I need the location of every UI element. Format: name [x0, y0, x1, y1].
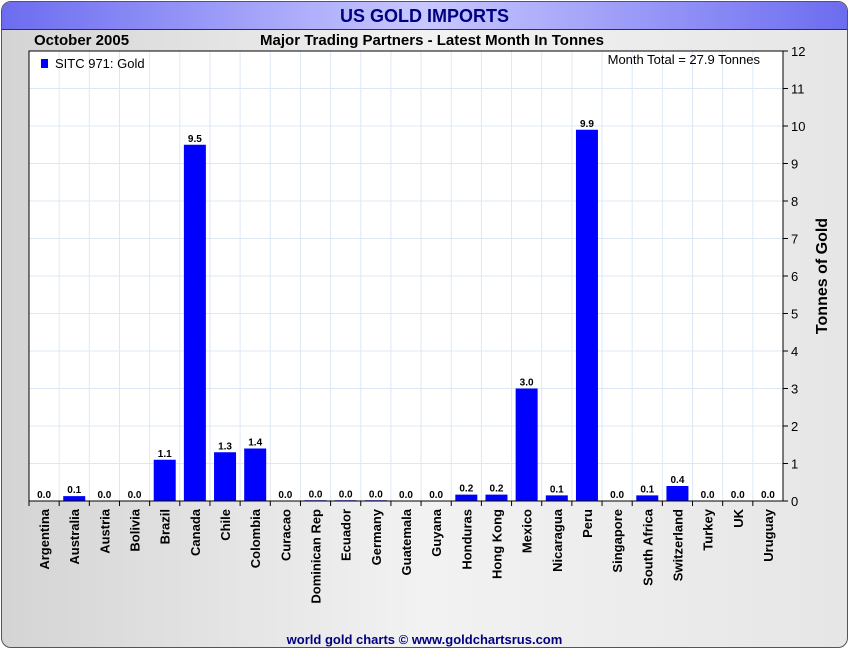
data-label: 0.0 — [309, 489, 323, 500]
footer-credit: world gold charts © www.goldchartsrus.co… — [286, 632, 563, 647]
y-tick-label: 4 — [791, 344, 798, 359]
y-tick-label: 1 — [791, 457, 798, 472]
x-tick-label: Hong Kong — [489, 509, 504, 579]
y-tick-label: 6 — [791, 269, 798, 284]
bar-switzerland — [666, 486, 689, 501]
data-label: 0.0 — [37, 490, 51, 501]
data-label: 0.0 — [128, 490, 142, 501]
chart-frame: US GOLD IMPORTS October 2005 Major Tradi… — [1, 1, 848, 648]
bar-canada — [183, 144, 206, 501]
data-label: 1.4 — [248, 438, 262, 449]
data-label: 0.0 — [761, 490, 775, 501]
bar-chile — [214, 452, 237, 501]
bar-chart: 01234567891011120.0Argentina0.1Australia… — [28, 44, 831, 604]
y-tick-label: 7 — [791, 232, 798, 247]
x-tick-label: Dominican Rep — [309, 509, 324, 604]
bar-hong-kong — [485, 494, 508, 501]
data-label: 0.0 — [369, 489, 383, 500]
bar-australia — [63, 496, 86, 501]
x-tick-label: Nicaragua — [550, 508, 565, 572]
y-tick-label: 11 — [791, 82, 805, 97]
data-label: 0.4 — [670, 475, 684, 486]
x-tick-label: Brazil — [158, 509, 173, 544]
x-tick-label: Guatemala — [399, 508, 414, 575]
y-tick-label: 12 — [791, 44, 805, 59]
data-label: 0.2 — [459, 484, 473, 495]
x-tick-label: Austria — [97, 508, 112, 554]
x-tick-label: Curacao — [278, 509, 293, 561]
bar-brazil — [153, 459, 176, 501]
x-tick-label: Colombia — [248, 508, 263, 568]
data-label: 3.0 — [520, 378, 534, 389]
x-tick-label: Honduras — [459, 509, 474, 570]
data-label: 0.0 — [429, 490, 443, 501]
x-tick-label: Singapore — [610, 509, 625, 573]
y-tick-label: 0 — [791, 494, 798, 509]
bar-nicaragua — [545, 495, 568, 501]
legend-swatch — [41, 59, 48, 68]
data-label: 0.0 — [278, 490, 292, 501]
data-label: 0.0 — [339, 489, 353, 500]
x-tick-label: Canada — [188, 508, 203, 556]
bar-south-africa — [636, 495, 659, 501]
x-tick-label: Ecuador — [339, 509, 354, 561]
data-label: 0.0 — [610, 490, 624, 501]
data-label: 0.1 — [550, 484, 564, 495]
x-tick-label: Germany — [369, 508, 384, 565]
x-tick-label: Chile — [218, 509, 233, 541]
data-label: 0.0 — [731, 490, 745, 501]
y-tick-label: 2 — [791, 419, 798, 434]
data-label: 0.0 — [399, 490, 413, 501]
data-label: 1.1 — [158, 449, 172, 460]
x-tick-label: Switzerland — [670, 509, 685, 581]
x-tick-label: Peru — [580, 509, 595, 538]
data-label: 0.0 — [97, 490, 111, 501]
y-tick-label: 3 — [791, 382, 798, 397]
month-total-annotation: Month Total = 27.9 Tonnes — [608, 52, 761, 67]
x-tick-label: Mexico — [520, 509, 535, 553]
bar-honduras — [455, 494, 478, 501]
x-tick-label: Argentina — [37, 508, 52, 569]
x-tick-label: UK — [731, 508, 746, 527]
y-tick-label: 5 — [791, 307, 798, 322]
x-tick-label: Australia — [67, 508, 82, 564]
data-label: 0.0 — [701, 490, 715, 501]
data-label: 0.1 — [640, 484, 654, 495]
x-tick-label: Turkey — [701, 508, 716, 550]
y-tick-label: 9 — [791, 157, 798, 172]
data-label: 1.3 — [218, 441, 232, 452]
bar-mexico — [515, 388, 538, 501]
data-label: 9.5 — [188, 134, 202, 145]
bar-peru — [575, 129, 598, 501]
y-tick-label: 10 — [791, 119, 805, 134]
x-tick-label: Uruguay — [761, 508, 776, 562]
legend-label: SITC 971: Gold — [55, 56, 145, 71]
data-label: 0.1 — [67, 485, 81, 496]
bar-colombia — [244, 448, 267, 501]
x-tick-label: South Africa — [640, 508, 655, 586]
x-tick-label: Guyana — [429, 508, 444, 556]
y-axis-label: Tonnes of Gold — [814, 218, 831, 334]
data-label: 9.9 — [580, 119, 594, 130]
data-label: 0.2 — [490, 484, 504, 495]
y-tick-label: 8 — [791, 194, 798, 209]
x-tick-label: Bolivia — [128, 508, 143, 551]
